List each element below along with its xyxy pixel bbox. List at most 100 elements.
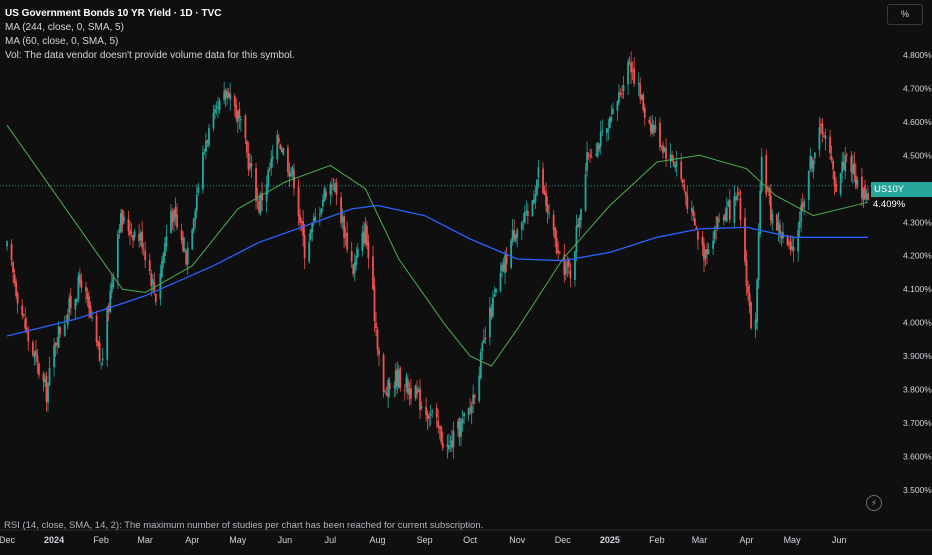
candle-body — [452, 430, 455, 448]
candle-body — [186, 247, 189, 265]
x-tick-label: Dec — [0, 535, 15, 545]
candle-body — [659, 122, 661, 148]
candle-body — [844, 155, 847, 172]
candle-body — [302, 220, 305, 236]
candle-body — [48, 368, 51, 386]
candle-body — [197, 187, 200, 194]
candle-body — [376, 329, 379, 350]
candle-body — [256, 198, 259, 200]
candle-body — [116, 234, 119, 278]
candle-body — [463, 412, 465, 417]
candle-body — [320, 208, 323, 214]
candle-body — [176, 214, 178, 228]
candle-body — [53, 345, 55, 368]
candle-body — [375, 322, 377, 329]
candle-body — [756, 279, 759, 323]
candle-body — [388, 382, 391, 390]
candle-body — [633, 68, 636, 84]
candle-body — [191, 228, 194, 250]
candle-body — [599, 131, 602, 147]
candle-body — [22, 314, 25, 316]
candle-body — [461, 419, 464, 424]
y-tick-label: 4.700% — [903, 83, 932, 93]
y-tick-label: 4.100% — [903, 284, 932, 294]
candle-body — [303, 234, 306, 259]
y-tick-label: 3.800% — [903, 385, 932, 395]
candle-body — [516, 229, 519, 238]
y-tick-label: 4.600% — [903, 117, 932, 127]
candle-body — [399, 368, 402, 389]
candle-body — [279, 144, 282, 149]
candle-body — [331, 184, 333, 188]
y-tick-label: 4.300% — [903, 217, 932, 227]
candle-body — [112, 277, 115, 287]
y-tick-label: 3.600% — [903, 451, 932, 461]
candle-body — [792, 247, 795, 251]
candle-body — [813, 152, 816, 159]
x-tick-label: Jun — [278, 535, 293, 545]
candle-body — [830, 156, 833, 160]
candle-body — [821, 123, 824, 134]
candle-body — [757, 232, 760, 281]
candlestick-chart[interactable]: 4.800%4.700%4.600%4.500%4.400%4.300%4.20… — [0, 0, 932, 550]
candle-body — [100, 363, 103, 365]
candle-body — [373, 285, 376, 322]
candle-body — [208, 127, 210, 146]
candle-body — [798, 221, 801, 229]
candle-body — [684, 191, 687, 197]
symbol-title[interactable]: US Government Bonds 10 YR Yield · 1D · T… — [5, 7, 295, 21]
candle-body — [420, 406, 423, 409]
candle-body — [824, 135, 827, 140]
candle-body — [69, 295, 72, 309]
y-tick-label: 4.800% — [903, 50, 932, 60]
candle-body — [16, 293, 19, 304]
candle-body — [194, 210, 197, 220]
candle-body — [473, 395, 476, 398]
candle-body — [759, 190, 762, 234]
candle-body — [839, 172, 842, 195]
x-tick-label: Mar — [137, 535, 153, 545]
candle-body — [760, 156, 763, 192]
candle-body — [484, 337, 487, 340]
candle-body — [845, 154, 848, 156]
candle-body — [365, 225, 368, 245]
candle-body — [744, 217, 746, 262]
candle-body — [261, 192, 264, 201]
chart-legend: US Government Bonds 10 YR Yield · 1D · T… — [5, 7, 295, 63]
candle-body — [618, 92, 620, 103]
candle-body — [318, 214, 321, 216]
ma-60-legend[interactable]: MA (60, close, 0, SMA, 5) — [5, 35, 295, 49]
candle-body — [797, 229, 800, 252]
candle-body — [807, 171, 810, 200]
candle-body — [133, 231, 136, 238]
candle-body — [693, 218, 696, 226]
candle-body — [6, 241, 8, 247]
candle-body — [499, 272, 502, 291]
candle-body — [607, 129, 610, 132]
candle-body — [314, 216, 317, 222]
candle-body — [718, 219, 721, 221]
candle-body — [725, 207, 728, 222]
candle-body — [738, 192, 740, 195]
candle-body — [558, 252, 561, 254]
candle-body — [574, 251, 576, 280]
candle-body — [654, 125, 657, 130]
ma-244-legend[interactable]: MA (244, close, 0, SMA, 5) — [5, 21, 295, 35]
candle-body — [779, 224, 781, 236]
candle-body — [250, 163, 253, 167]
candle-body — [95, 315, 98, 342]
y-tick-label: 4.500% — [903, 150, 932, 160]
unit-button[interactable]: % — [887, 4, 923, 25]
candle-body — [127, 219, 130, 232]
x-tick-label: Mar — [692, 535, 708, 545]
candle-body — [91, 317, 93, 319]
candle-body — [382, 354, 385, 392]
last-price-tag: US10Y 4.409% — [871, 182, 932, 210]
candle-body — [212, 112, 215, 129]
candle-body — [277, 137, 280, 143]
candle-body — [835, 184, 838, 192]
candle-body — [142, 248, 145, 250]
candle-body — [832, 160, 834, 169]
candle-body — [85, 286, 87, 293]
lightning-bolt-icon[interactable]: ⚡ — [866, 495, 882, 511]
